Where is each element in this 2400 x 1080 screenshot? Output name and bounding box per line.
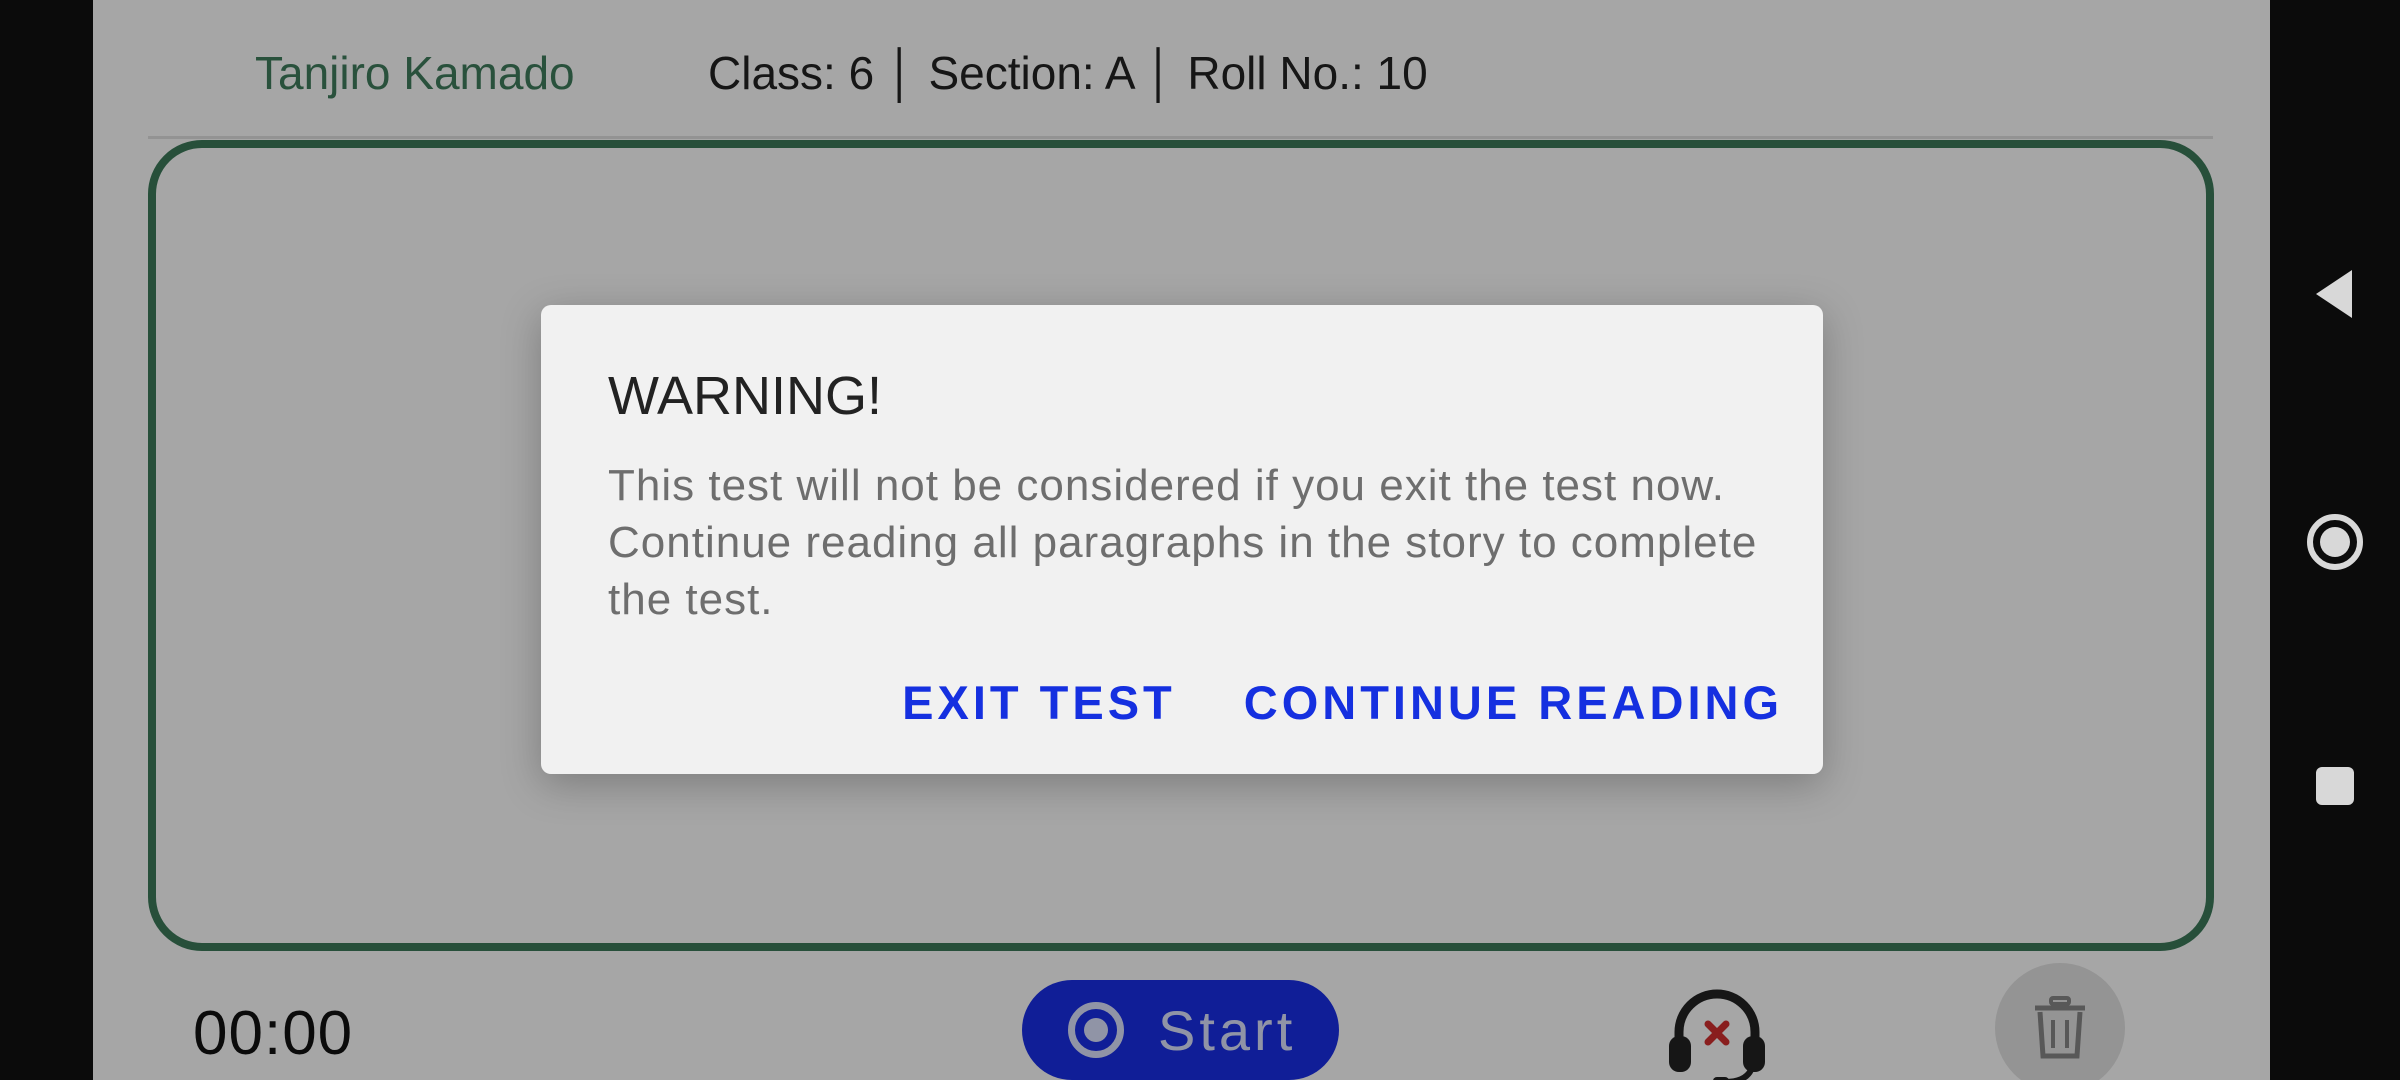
exit-test-button[interactable]: EXIT TEST	[902, 675, 1176, 730]
system-navigation-bar	[2270, 0, 2400, 1080]
warning-dialog: WARNING! This test will not be considere…	[541, 305, 1823, 774]
app-screen: Tanjiro Kamado Class: 6 │ Section: A │ R…	[93, 0, 2270, 1080]
continue-reading-button[interactable]: CONTINUE READING	[1244, 675, 1783, 730]
back-triangle-icon	[2316, 270, 2352, 318]
left-screen-edge	[0, 0, 93, 1080]
home-nav-button[interactable]	[2270, 512, 2400, 572]
recents-nav-button[interactable]	[2270, 765, 2400, 807]
recents-square-icon	[2316, 767, 2354, 805]
home-circle-icon	[2307, 514, 2363, 570]
dialog-message: This test will not be considered if you …	[608, 461, 1758, 624]
back-nav-button[interactable]	[2270, 268, 2400, 320]
dialog-actions: EXIT TEST CONTINUE READING	[834, 675, 1783, 730]
dialog-title: WARNING!	[608, 366, 882, 426]
